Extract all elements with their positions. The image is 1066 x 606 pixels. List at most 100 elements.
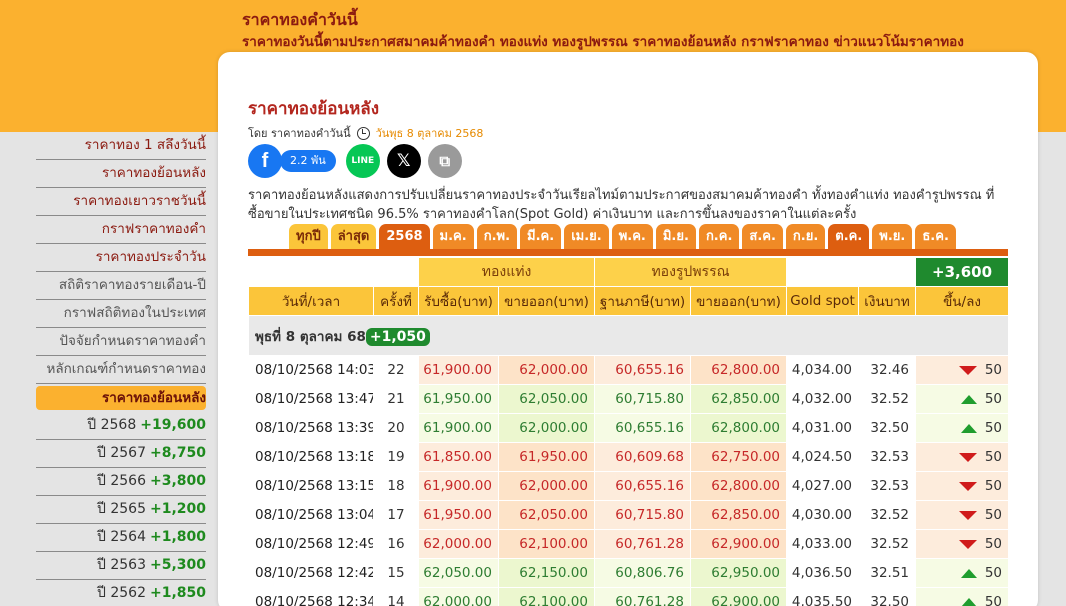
cell-bar-buy: 61,950.00 — [418, 500, 499, 530]
change-value: 50 — [984, 565, 1003, 581]
cell-bar-sell: 62,100.00 — [498, 529, 595, 559]
tab[interactable]: ม.ค. — [432, 224, 474, 249]
sidebar-item[interactable]: สถิติราคาทองรายเดือน-ปี — [36, 272, 206, 300]
sidebar-item[interactable]: ราคาทอง 1 สลึงวันนี้ — [36, 132, 206, 160]
tab[interactable]: พ.ย. — [872, 224, 913, 249]
cell-orn-sell: 62,800.00 — [689, 413, 788, 443]
arrow-down-icon — [958, 452, 977, 462]
sidebar-item[interactable]: ปัจจัยกำหนดราคาทองคำ — [36, 328, 206, 356]
tab[interactable]: ล่าสุด — [330, 224, 377, 249]
site-subtitle: ราคาทองวันนี้ตามประกาศสมาคมค้าทองคำ ทองแ… — [242, 34, 964, 50]
table-row: 08/10/2568 13:04 17 61,950.00 62,050.00 60,7… — [248, 500, 1010, 530]
cell-orn-sell: 62,800.00 — [689, 355, 788, 385]
tab[interactable]: ธ.ค. — [915, 224, 956, 249]
cell-time: 08/10/2568 12:42 — [248, 558, 374, 588]
cell-no: 14 — [373, 587, 419, 606]
cell-thb: 32.53 — [858, 442, 917, 472]
cell-spot: 4,034.00 — [786, 355, 860, 385]
year-change: +8,750 — [149, 445, 206, 461]
cell-orn-base: 60,715.80 — [594, 500, 691, 530]
facebook-icon[interactable]: f — [248, 144, 282, 178]
cell-no: 18 — [373, 471, 419, 501]
cell-bar-buy: 62,000.00 — [418, 587, 499, 606]
sidebar-year-item[interactable]: ปี 2564 +1,800 — [36, 524, 206, 552]
sidebar-year-item[interactable]: ปี 2563 +5,300 — [36, 552, 206, 580]
cell-no: 15 — [373, 558, 419, 588]
tab[interactable]: มิ.ย. — [655, 224, 696, 249]
tab-underline — [248, 249, 1008, 256]
cell-orn-sell: 62,800.00 — [689, 471, 788, 501]
cell-no: 20 — [373, 413, 419, 443]
sidebar-item[interactable]: ราคาทองประจำวัน — [36, 244, 206, 272]
cell-chg: 50 — [915, 558, 1010, 588]
cell-chg: 50 — [915, 500, 1010, 530]
x-icon[interactable]: 𝕏 — [386, 144, 421, 178]
sidebar-item[interactable]: กราฟสถิติทองในประเทศ — [36, 300, 206, 328]
tab[interactable]: ก.พ. — [476, 224, 518, 249]
year-change: +19,600 — [140, 417, 206, 433]
group-ornament: ทองรูปพรรณ — [593, 257, 788, 287]
sidebar-item-active[interactable]: ราคาทองย้อนหลัง — [36, 386, 206, 410]
sidebar-year-item[interactable]: ปี 2568 +19,600 — [36, 412, 206, 440]
tab[interactable]: เม.ย. — [564, 224, 609, 249]
cell-orn-sell: 62,850.00 — [689, 384, 788, 414]
sidebar-item[interactable]: หลักเกณฑ์กำหนดราคาทอง — [36, 356, 206, 384]
sidebar-item[interactable]: ราคาทองย้อนหลัง — [36, 160, 206, 188]
cell-thb: 32.50 — [858, 587, 917, 606]
sidebar-year-item[interactable]: ปี 2566 +3,800 — [36, 468, 206, 496]
tab[interactable]: 2568 — [379, 224, 430, 249]
table-row: 08/10/2568 13:18 19 61,850.00 61,950.00 60,6… — [248, 442, 1010, 472]
sidebar-year-item[interactable]: ปี 2567 +8,750 — [36, 440, 206, 468]
change-value: 50 — [984, 420, 1003, 436]
sidebar-item[interactable]: ราคาทองเยาวราชวันนี้ — [36, 188, 206, 216]
tab[interactable]: ต.ค. — [828, 224, 870, 249]
tab[interactable]: ส.ค. — [742, 224, 783, 249]
year-change: +3,800 — [149, 473, 206, 489]
cell-thb: 32.52 — [858, 500, 917, 530]
cell-thb: 32.52 — [858, 384, 917, 414]
share-bar: f 2.2 พัน LINE 𝕏 ⧉ — [248, 144, 462, 178]
cell-chg: 50 — [915, 471, 1010, 501]
copy-icon[interactable]: ⧉ — [427, 144, 462, 178]
change-value: 50 — [984, 391, 1003, 407]
cell-orn-base: 60,655.16 — [594, 471, 691, 501]
arrow-down-icon — [958, 510, 977, 520]
cell-bar-sell: 62,050.00 — [498, 500, 595, 530]
tab[interactable]: ก.ย. — [785, 224, 826, 249]
price-table: ทองแท่ง ทองรูปพรรณ +3,600 วันที่/เวลา คร… — [247, 257, 1010, 606]
cell-orn-sell: 62,950.00 — [689, 558, 788, 588]
col-datetime: วันที่/เวลา — [248, 286, 374, 316]
cell-no: 17 — [373, 500, 419, 530]
cell-thb: 32.53 — [858, 471, 917, 501]
tab[interactable]: ทุกปี — [289, 224, 328, 249]
year-label: ปี 2562 — [97, 585, 146, 601]
line-icon[interactable]: LINE — [345, 144, 380, 178]
tab[interactable]: มี.ค. — [520, 224, 562, 249]
period-tabs: ทุกปี ล่าสุด 2568 ม.ค. ก.พ. มี.ค. เม.ย. พ.ค. มิ.… — [289, 224, 956, 249]
change-value: 50 — [984, 507, 1003, 523]
tab[interactable]: พ.ค. — [611, 224, 653, 249]
cell-no: 19 — [373, 442, 419, 472]
cell-thb: 32.46 — [858, 355, 917, 385]
cell-bar-buy: 61,900.00 — [418, 355, 499, 385]
change-value: 50 — [984, 449, 1003, 465]
cell-spot: 4,024.50 — [786, 442, 860, 472]
share-count[interactable]: 2.2 พัน — [280, 150, 336, 172]
cell-time: 08/10/2568 13:47 — [248, 384, 374, 414]
year-change: +1,800 — [149, 529, 206, 545]
year-change: +5,300 — [149, 557, 206, 573]
cell-spot: 4,031.00 — [786, 413, 860, 443]
blank-cell — [786, 257, 917, 287]
tab[interactable]: ก.ค. — [698, 224, 740, 249]
sidebar-year-item[interactable]: ปี 2565 +1,200 — [36, 496, 206, 524]
sidebar-year-item[interactable]: ปี 2562 +1,850 — [36, 580, 206, 606]
sidebar-item[interactable]: กราฟราคาทองคำ — [36, 216, 206, 244]
arrow-down-icon — [958, 365, 977, 375]
cell-bar-buy: 62,050.00 — [418, 558, 499, 588]
cell-orn-sell: 62,750.00 — [689, 442, 788, 472]
arrow-down-icon — [958, 539, 977, 549]
table-row: 08/10/2568 14:03 22 61,900.00 62,000.00 60,6… — [248, 355, 1010, 385]
day-row[interactable]: พุธที่ 8 ตุลาคม 68 +1,050 — [247, 315, 1010, 356]
day-change-badge: +1,050 — [365, 327, 430, 346]
cell-spot: 4,027.00 — [786, 471, 860, 501]
